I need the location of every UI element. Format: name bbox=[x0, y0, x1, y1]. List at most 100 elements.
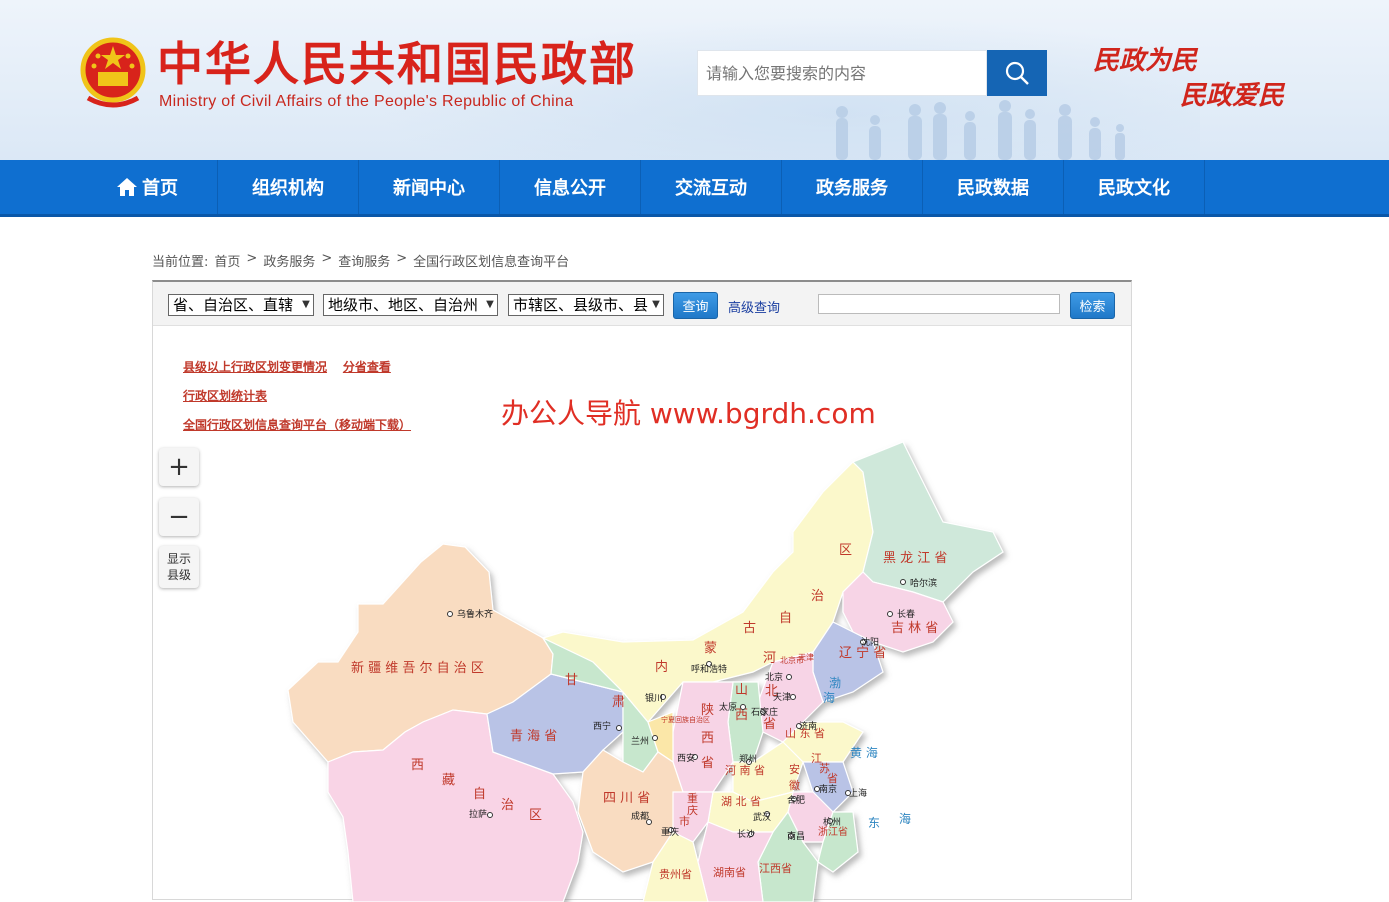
breadcrumb-query[interactable]: 查询服务 bbox=[338, 251, 390, 270]
city-label: 南昌 bbox=[787, 830, 805, 842]
nav-item-disclosure[interactable]: 信息公开 bbox=[500, 160, 641, 214]
city-select[interactable]: 地级市、地区、自治州 ▼ bbox=[323, 294, 498, 316]
main-nav: 首页 组织机构 新闻中心 信息公开 交流互动 政务服务 民政数据 民政文化 bbox=[0, 160, 1389, 217]
chevron-down-icon: ▼ bbox=[486, 299, 494, 310]
region-label: 古 bbox=[743, 621, 756, 636]
city-label: 石家庄 bbox=[751, 706, 778, 718]
people-silhouette-illustration bbox=[836, 100, 1125, 160]
by-province-link[interactable]: 分省查看 bbox=[343, 358, 391, 375]
county-select[interactable]: 市辖区、县级市、县 ▼ bbox=[508, 294, 664, 316]
region-label: 治 bbox=[811, 589, 824, 604]
slogan-line2: 民政爱民 bbox=[1180, 81, 1285, 111]
region-label: 肃 bbox=[612, 695, 625, 710]
breadcrumb-home[interactable]: 首页 bbox=[214, 251, 240, 270]
city-label: 上海 bbox=[849, 787, 867, 799]
china-map[interactable]: 新 疆 维 吾 尔 自 治 区 西 藏 自 治 区 青 海 省 甘 肃 四 川 … bbox=[153, 432, 1133, 902]
region-label-hubei: 湖 北 省 bbox=[721, 795, 761, 808]
region-label: 市 bbox=[679, 814, 690, 828]
nav-item-label: 民政数据 bbox=[957, 178, 1029, 199]
search-icon bbox=[1005, 61, 1029, 85]
site-title: 中华人民共和国民政部 bbox=[157, 37, 637, 91]
city-label: 呼和浩特 bbox=[691, 663, 727, 675]
city-label: 太原 bbox=[719, 701, 737, 713]
city-label: 长沙 bbox=[737, 828, 755, 840]
city-label: 郑州 bbox=[739, 753, 757, 765]
province-select[interactable]: 省、自治区、直辖 ▼ bbox=[168, 294, 314, 316]
nav-item-organization[interactable]: 组织机构 bbox=[218, 160, 359, 214]
region-label-heilongjiang: 黑 龙 江 省 bbox=[883, 551, 947, 566]
city-label: 哈尔滨 bbox=[910, 577, 937, 589]
query-toolbar: 省、自治区、直辖 ▼ 地级市、地区、自治州 ▼ 市辖区、县级市、县 ▼ 查询 高… bbox=[153, 282, 1131, 326]
nav-item-services[interactable]: 政务服务 bbox=[782, 160, 923, 214]
city-label: 武汉 bbox=[753, 811, 771, 823]
breadcrumb-prefix: 当前位置: bbox=[152, 255, 209, 270]
region-label: 省 bbox=[763, 717, 776, 732]
city-label: 西宁 bbox=[593, 720, 611, 732]
region-label-hunan: 湖南省 bbox=[713, 866, 746, 879]
sea-label: 渤 bbox=[829, 676, 841, 690]
site-header: 中华人民共和国民政部 Ministry of Civil Affairs of … bbox=[0, 0, 1389, 160]
watermark-text: 办公人导航 www.bgrdh.com bbox=[501, 397, 876, 430]
advanced-query-link[interactable]: 高级查询 bbox=[728, 297, 780, 316]
keyword-input[interactable] bbox=[818, 294, 1060, 314]
region-label: 重 bbox=[687, 791, 698, 805]
region-label-jiangxi: 江西省 bbox=[759, 862, 792, 875]
region-label: 山 bbox=[735, 683, 748, 698]
region-label-sichuan: 四 川 省 bbox=[603, 791, 650, 806]
chevron-down-icon: ▼ bbox=[302, 299, 310, 310]
sea-label: 海 bbox=[823, 690, 835, 705]
home-icon bbox=[117, 178, 137, 196]
city-label: 西安 bbox=[677, 752, 695, 764]
county-select-value: 市辖区、县级市、县 bbox=[513, 296, 649, 314]
region-label: 治 bbox=[501, 798, 514, 813]
stats-table-link[interactable]: 行政区划统计表 bbox=[183, 387, 267, 404]
province-select-value: 省、自治区、直辖 bbox=[173, 296, 294, 314]
nav-item-data[interactable]: 民政数据 bbox=[923, 160, 1064, 214]
city-label: 乌鲁木齐 bbox=[457, 608, 493, 620]
query-button[interactable]: 查询 bbox=[673, 292, 718, 319]
breadcrumb: 当前位置: 首页 > 政务服务 > 查询服务 > 全国行政区划信息查询平台 bbox=[152, 251, 569, 270]
city-label: 拉萨 bbox=[469, 808, 487, 820]
region-label-xinjiang: 新 疆 维 吾 尔 自 治 区 bbox=[351, 660, 484, 676]
region-label-tianjin: 天津 bbox=[798, 652, 814, 662]
region-label: 区 bbox=[839, 543, 852, 558]
city-label: 北京 bbox=[765, 671, 783, 683]
region-label: 西 bbox=[411, 758, 424, 773]
site-subtitle: Ministry of Civil Affairs of the People'… bbox=[159, 93, 574, 110]
nav-item-culture[interactable]: 民政文化 bbox=[1064, 160, 1205, 214]
nav-item-label: 组织机构 bbox=[252, 178, 324, 199]
breadcrumb-separator: > bbox=[396, 251, 408, 266]
city-select-value: 地级市、地区、自治州 bbox=[328, 296, 479, 314]
nav-item-news[interactable]: 新闻中心 bbox=[359, 160, 500, 214]
sea-label-huanghai: 黄 海 bbox=[850, 745, 878, 760]
breadcrumb-services[interactable]: 政务服务 bbox=[263, 251, 315, 270]
breadcrumb-separator: > bbox=[321, 251, 333, 266]
search-button[interactable]: 检索 bbox=[1070, 292, 1115, 319]
region-label-henan: 河 南 省 bbox=[725, 764, 765, 777]
city-label: 杭州 bbox=[823, 816, 841, 828]
region-label: 徽 bbox=[789, 778, 800, 792]
region-label: 安 bbox=[789, 762, 800, 776]
nav-item-interaction[interactable]: 交流互动 bbox=[641, 160, 782, 214]
nav-item-home[interactable]: 首页 bbox=[77, 160, 218, 214]
query-panel: 省、自治区、直辖 ▼ 地级市、地区、自治州 ▼ 市辖区、县级市、县 ▼ 查询 高… bbox=[152, 280, 1133, 902]
region-label: 自 bbox=[473, 787, 486, 802]
region-label: 区 bbox=[529, 808, 542, 823]
mobile-download-link[interactable]: 全国行政区划信息查询平台（移动端下载） bbox=[183, 416, 411, 433]
site-search-input[interactable] bbox=[697, 50, 987, 96]
site-search-button[interactable] bbox=[987, 50, 1047, 96]
change-info-link[interactable]: 县级以上行政区划变更情况 bbox=[183, 358, 327, 375]
city-label: 长春 bbox=[897, 608, 915, 620]
region-label-qinghai: 青 海 省 bbox=[510, 729, 557, 744]
city-label: 沈阳 bbox=[861, 636, 879, 648]
nav-item-label: 新闻中心 bbox=[393, 178, 465, 199]
region-label: 藏 bbox=[442, 773, 455, 788]
region-label: 自 bbox=[779, 611, 792, 626]
region-label-guizhou: 贵州省 bbox=[659, 868, 692, 881]
region-label-jilin: 吉 林 省 bbox=[891, 621, 938, 636]
city-label: 天津 bbox=[773, 692, 791, 703]
region-heilongjiang[interactable] bbox=[851, 441, 1004, 603]
city-label: 济南 bbox=[799, 720, 817, 732]
region-label: 甘 bbox=[565, 673, 578, 688]
city-label: 南京 bbox=[819, 783, 837, 795]
